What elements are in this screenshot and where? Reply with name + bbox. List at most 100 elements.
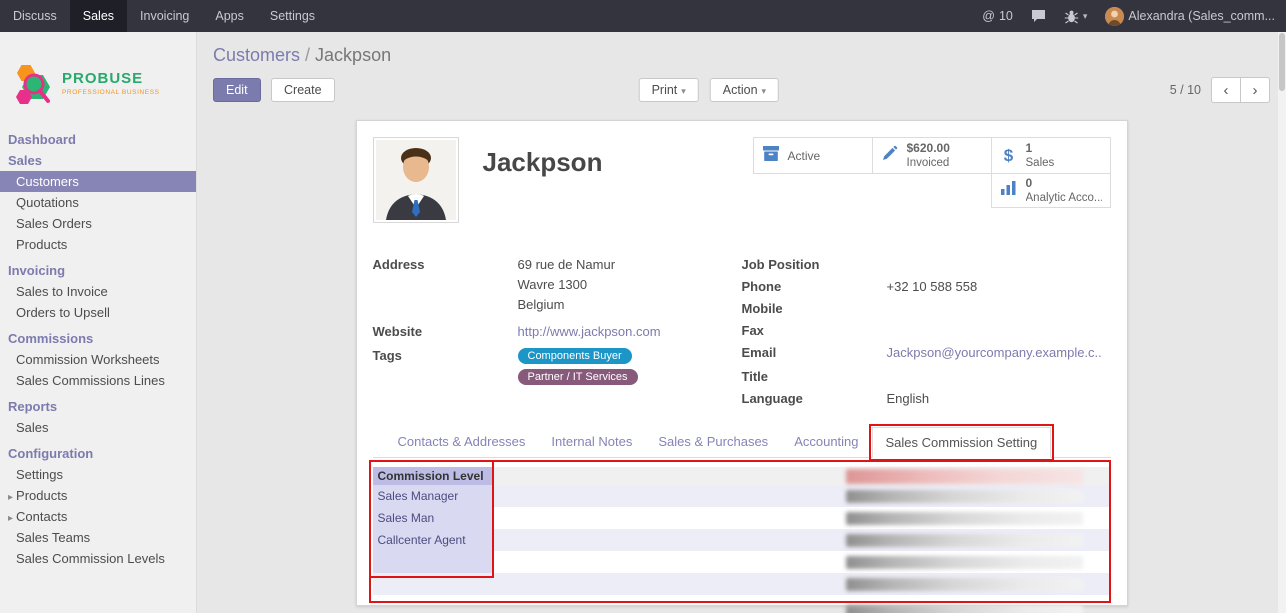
customer-photo[interactable] <box>373 137 459 223</box>
tab-internal-notes[interactable]: Internal Notes <box>538 427 645 457</box>
fields-right-column: Job Position Phone +32 10 588 558 Mobile… <box>742 257 1111 413</box>
website-label: Website <box>373 324 518 341</box>
redacted-cell-content <box>846 556 1083 569</box>
table-row-empty[interactable] <box>373 551 1111 573</box>
bug-icon <box>1064 9 1079 24</box>
email-label: Email <box>742 345 887 362</box>
sidebar-heading-sales[interactable]: Sales <box>0 150 196 171</box>
tab-contacts-addresses[interactable]: Contacts & Addresses <box>385 427 539 457</box>
menu-sales[interactable]: Sales <box>70 0 127 32</box>
top-menu: Discuss Sales Invoicing Apps Settings <box>0 0 328 32</box>
sidebar-item-products[interactable]: Products <box>0 234 196 255</box>
messages-button[interactable] <box>1022 0 1055 32</box>
sidebar-item-config-products[interactable]: ▸Products <box>0 485 196 506</box>
chart-icon <box>1000 180 1017 196</box>
table-footer-row <box>373 605 1111 613</box>
sidebar-heading-dashboard[interactable]: Dashboard <box>0 129 196 150</box>
sidebar-heading-reports[interactable]: Reports <box>0 396 196 417</box>
edit-button[interactable]: Edit <box>213 78 261 102</box>
sidebar-item-label: Contacts <box>16 509 67 524</box>
email-link[interactable]: Jackpson@yourcompany.example.c.. <box>887 345 1102 362</box>
menu-settings[interactable]: Settings <box>257 0 328 32</box>
phone-value: +32 10 588 558 <box>887 279 978 296</box>
scrollbar-thumb[interactable] <box>1279 33 1285 91</box>
user-menu[interactable]: Alexandra (Sales_comm... <box>1096 0 1284 32</box>
phone-label: Phone <box>742 279 887 296</box>
analytic-count-label: Analytic Acco... <box>1026 191 1102 205</box>
sidebar: PROBUSE PROFESSIONAL BUSINESS Dashboard … <box>0 32 197 613</box>
tab-sales-purchases[interactable]: Sales & Purchases <box>645 427 781 457</box>
expand-arrow-icon: ▸ <box>8 513 13 524</box>
window-scrollbar[interactable] <box>1278 32 1286 613</box>
menu-apps[interactable]: Apps <box>202 0 257 32</box>
table-row-sales-man[interactable]: Sales Man <box>373 507 1111 529</box>
sidebar-item-sales-orders[interactable]: Sales Orders <box>0 213 196 234</box>
action-buttons: Print▾ Action▾ <box>639 78 780 102</box>
pager-next-button[interactable]: › <box>1240 77 1270 103</box>
mention-count: 10 <box>999 9 1013 23</box>
logo-subtitle: PROFESSIONAL BUSINESS <box>62 89 160 96</box>
sidebar-item-commission-worksheets[interactable]: Commission Worksheets <box>0 349 196 370</box>
invoiced-stat-button[interactable]: $620.00 Invoiced <box>872 137 992 174</box>
breadcrumb-separator: / <box>305 45 310 65</box>
print-button[interactable]: Print▾ <box>639 78 699 102</box>
commission-level-cell: Sales Man <box>373 507 493 529</box>
caret-down-icon: ▾ <box>1083 11 1088 22</box>
table-row-sales-manager[interactable]: Sales Manager <box>373 485 1111 507</box>
tab-sales-commission-setting[interactable]: Sales Commission Setting <box>872 427 1052 458</box>
sidebar-item-sales-teams[interactable]: Sales Teams <box>0 527 196 548</box>
expand-arrow-icon: ▸ <box>8 492 13 503</box>
top-navbar: Discuss Sales Invoicing Apps Settings @ … <box>0 0 1286 32</box>
sidebar-item-sales-commission-levels[interactable]: Sales Commission Levels <box>0 548 196 569</box>
mobile-label: Mobile <box>742 301 887 318</box>
language-value: English <box>887 391 930 408</box>
tag-components-buyer[interactable]: Components Buyer <box>518 348 632 364</box>
table-row-empty[interactable] <box>373 573 1111 595</box>
website-link[interactable]: http://www.jackpson.com <box>518 324 661 341</box>
pager-previous-button[interactable]: ‹ <box>1211 77 1241 103</box>
breadcrumb-customers[interactable]: Customers <box>213 45 300 65</box>
sidebar-heading-invoicing[interactable]: Invoicing <box>0 260 196 281</box>
menu-invoicing[interactable]: Invoicing <box>127 0 202 32</box>
pager: 5 / 10 ‹ › <box>1170 77 1270 103</box>
tab-accounting[interactable]: Accounting <box>781 427 871 457</box>
mentions-button[interactable]: @ 10 <box>973 0 1022 32</box>
sidebar-item-orders-to-upsell[interactable]: Orders to Upsell <box>0 302 196 323</box>
column-header-commission-level[interactable]: Commission Level <box>373 467 493 485</box>
table-row-callcenter-agent[interactable]: Callcenter Agent <box>373 529 1111 551</box>
sidebar-heading-configuration[interactable]: Configuration <box>0 443 196 464</box>
logo-title: PROBUSE <box>62 70 160 87</box>
action-button[interactable]: Action▾ <box>710 78 779 102</box>
analytic-stat-button[interactable]: 0 Analytic Acco... <box>991 173 1111 208</box>
redacted-cell-content <box>846 578 1083 591</box>
sidebar-item-reports-sales[interactable]: Sales <box>0 417 196 438</box>
pencil-icon <box>881 145 898 162</box>
sidebar-heading-commissions[interactable]: Commissions <box>0 328 196 349</box>
menu-discuss[interactable]: Discuss <box>0 0 70 32</box>
sidebar-item-label: Products <box>16 488 67 503</box>
caret-down-icon: ▾ <box>762 86 767 96</box>
probuse-logo-icon <box>10 57 56 109</box>
redacted-cell-content <box>846 490 1083 503</box>
sidebar-item-sales-commissions-lines[interactable]: Sales Commissions Lines <box>0 370 196 391</box>
sidebar-item-settings[interactable]: Settings <box>0 464 196 485</box>
title-label: Title <box>742 369 887 386</box>
commission-level-table: Commission Level Sales Manager Sales Man… <box>373 467 1111 595</box>
sidebar-item-sales-to-invoice[interactable]: Sales to Invoice <box>0 281 196 302</box>
tag-partner-it-services[interactable]: Partner / IT Services <box>518 369 638 385</box>
commission-level-cell: Sales Manager <box>373 485 493 507</box>
user-avatar <box>1105 7 1124 26</box>
sales-stat-button[interactable]: $ 1 Sales <box>991 137 1111 174</box>
sidebar-item-config-contacts[interactable]: ▸Contacts <box>0 506 196 527</box>
debug-menu-button[interactable]: ▾ <box>1055 0 1097 32</box>
sidebar-item-quotations[interactable]: Quotations <box>0 192 196 213</box>
invoiced-label: Invoiced <box>907 156 950 170</box>
main-content: Customers/Jackpson Edit Create Print▾ Ac… <box>197 32 1286 613</box>
redacted-header-content <box>846 469 1083 484</box>
active-stat-button[interactable]: Active <box>753 137 873 174</box>
invoiced-value: $620.00 <box>907 141 950 156</box>
dollar-icon: $ <box>1000 146 1018 166</box>
control-panel: Customers/Jackpson Edit Create Print▾ Ac… <box>197 32 1286 120</box>
sidebar-item-customers[interactable]: Customers <box>0 171 196 192</box>
create-button[interactable]: Create <box>271 78 335 102</box>
